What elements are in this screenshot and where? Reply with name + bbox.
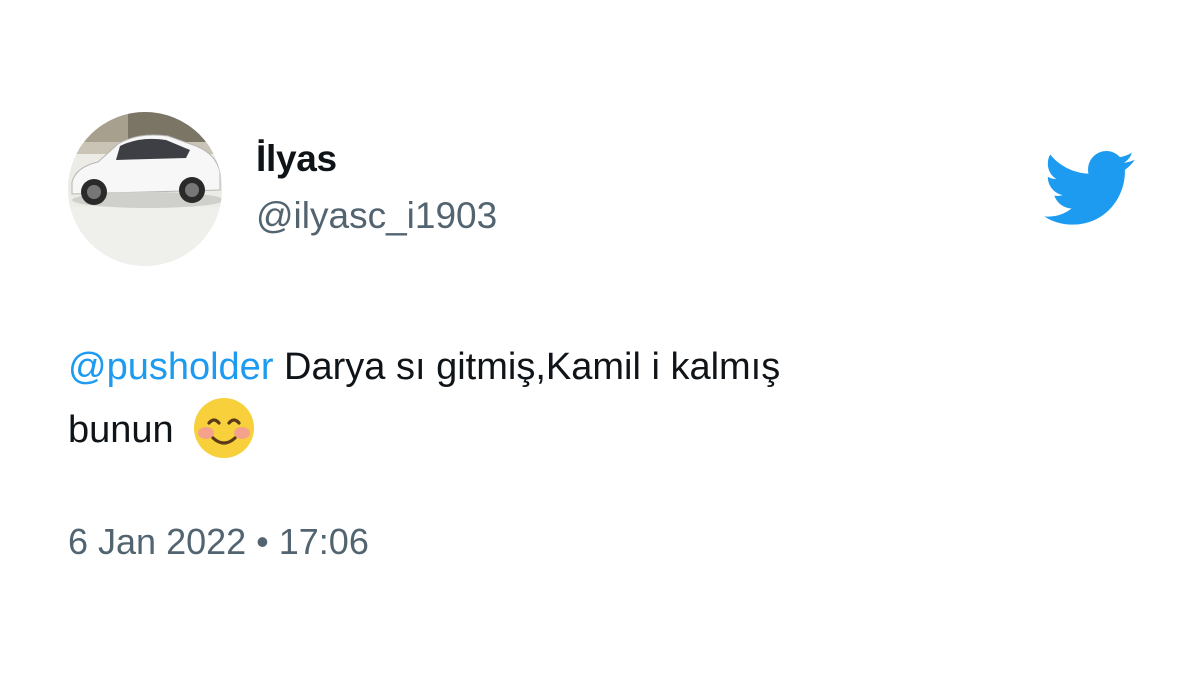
car-avatar-icon — [68, 112, 222, 266]
twitter-bird-icon[interactable] — [1044, 150, 1136, 228]
tweet-timestamp[interactable]: 6 Jan 2022 • 17:06 — [68, 522, 369, 562]
tweet-text-line2: bunun — [68, 409, 174, 451]
tweet-card: İlyas @ilyasc_i1903 @pusholder Darya sı … — [0, 0, 1200, 675]
tweet-text: @pusholder Darya sı gitmiş,Kamil i kalmı… — [68, 338, 1068, 460]
user-handle[interactable]: @ilyasc_i1903 — [256, 195, 497, 237]
display-name[interactable]: İlyas — [256, 138, 337, 180]
avatar[interactable] — [68, 112, 222, 266]
tweet-date: 6 Jan 2022 — [68, 521, 247, 562]
timestamp-separator: • — [256, 521, 269, 562]
tweet-text-line1: Darya sı gitmiş,Kamil i kalmış — [284, 346, 781, 388]
smiling-face-emoji-icon — [194, 398, 255, 458]
tweet-time: 17:06 — [278, 521, 369, 562]
mention-link[interactable]: @pusholder — [68, 346, 273, 388]
